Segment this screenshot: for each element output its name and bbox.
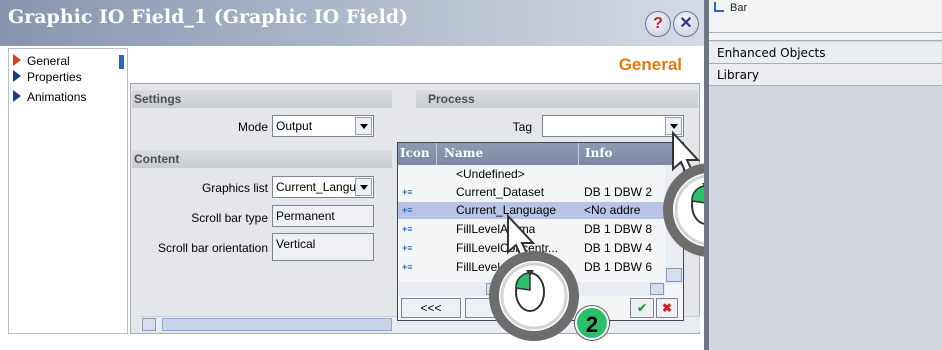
scroll-thumb[interactable]: [162, 318, 392, 331]
scroll-bar-orientation-label: Scroll bar orientation: [157, 241, 268, 255]
scroll-right-icon[interactable]: [650, 283, 664, 295]
scroll-down-icon[interactable]: [666, 268, 682, 282]
tag-row-undefined[interactable]: <Undefined>: [398, 166, 664, 183]
process-header-text: Process: [428, 92, 475, 106]
column-header-name[interactable]: Name: [444, 146, 483, 160]
nav-item-label: Properties: [27, 70, 82, 84]
graphics-list-select[interactable]: Current_Langu: [272, 176, 374, 198]
tag-row-info: DB 1 DBW 2: [584, 185, 653, 199]
popup-column-header: [398, 143, 683, 165]
ok-button[interactable]: ✔: [630, 298, 654, 318]
nav-item-label: Animations: [27, 90, 87, 104]
tag-row-name: Current_Dataset: [456, 185, 545, 199]
help-button[interactable]: ?: [645, 11, 671, 37]
tag-row-info: DB 1 DBW 8: [584, 222, 653, 236]
content-header-text: Content: [134, 152, 180, 166]
tag-row-name: <Undefined>: [456, 167, 525, 181]
column-header-info[interactable]: Info: [585, 146, 613, 160]
general-header: General: [130, 48, 700, 84]
mouse-callout-2: [489, 214, 579, 341]
arrow-right-icon: [13, 90, 21, 102]
scroll-bar-orientation-value: Vertical: [276, 237, 316, 251]
graphics-list-label: Graphics list: [201, 181, 268, 195]
close-button[interactable]: ✕: [673, 11, 699, 37]
pane-splitter[interactable]: [709, 32, 942, 41]
column-header-icon[interactable]: Icon: [400, 146, 430, 160]
bar-chart-icon: [714, 2, 724, 12]
content-section-header: Content: [132, 150, 392, 168]
tag-row-info: <No addre: [584, 203, 641, 217]
tag-row-info: DB 1 DBW 4: [584, 241, 653, 255]
graphics-list-value: Current_Langu: [276, 180, 357, 194]
nav-item-general[interactable]: General: [13, 54, 70, 70]
cancel-button[interactable]: ✖: [656, 298, 678, 318]
enhanced-objects-tab[interactable]: Enhanced Objects: [709, 42, 942, 64]
scroll-bar-type-value: Permanent: [276, 209, 335, 223]
tag-icon: +≡: [402, 187, 413, 197]
step-2-badge: 2: [575, 306, 609, 340]
arrow-right-icon: [13, 70, 21, 82]
tag-label: Tag: [512, 120, 532, 134]
chevron-down-icon[interactable]: [355, 117, 372, 135]
column-separator: [578, 143, 579, 165]
scroll-left-icon[interactable]: [142, 318, 156, 331]
nav-item-animations[interactable]: Animations: [13, 90, 86, 106]
window-title: Graphic IO Field_1 (Graphic IO Field): [8, 6, 409, 28]
mode-value: Output: [276, 119, 313, 133]
tag-row-info: DB 1 DBW 6: [584, 260, 653, 274]
mode-select[interactable]: Output: [272, 115, 374, 137]
nav-item-properties[interactable]: Properties: [13, 70, 82, 86]
settings-section-header: Settings: [132, 90, 392, 108]
process-section-header: Process: [416, 90, 698, 108]
general-title: General: [618, 55, 682, 74]
scroll-bar-type-field[interactable]: Permanent: [272, 205, 374, 227]
toolbox-item-bar[interactable]: Bar: [714, 2, 747, 14]
tag-icon: +≡: [402, 224, 413, 234]
arrow-right-icon: [13, 54, 21, 66]
mode-label: Mode: [237, 120, 268, 134]
chevron-down-icon[interactable]: [355, 178, 372, 196]
tag-row[interactable]: +≡ Current_Dataset DB 1 DBW 2: [398, 184, 664, 201]
bar-label: Bar: [730, 2, 748, 14]
settings-header-text: Settings: [134, 92, 182, 106]
library-tab[interactable]: Library: [709, 64, 942, 86]
column-separator: [436, 143, 437, 165]
scroll-bar-orientation-field[interactable]: Vertical: [272, 233, 374, 261]
selection-marker: [119, 55, 124, 69]
back-button[interactable]: <<<: [401, 298, 461, 318]
nav-item-label: General: [27, 54, 70, 68]
property-nav: General Properties Animations: [8, 48, 128, 334]
tag-icon: +≡: [402, 205, 413, 215]
scroll-bar-type-label: Scroll bar type: [191, 211, 268, 225]
tag-icon: +≡: [402, 262, 413, 272]
tag-icon: +≡: [402, 243, 413, 253]
